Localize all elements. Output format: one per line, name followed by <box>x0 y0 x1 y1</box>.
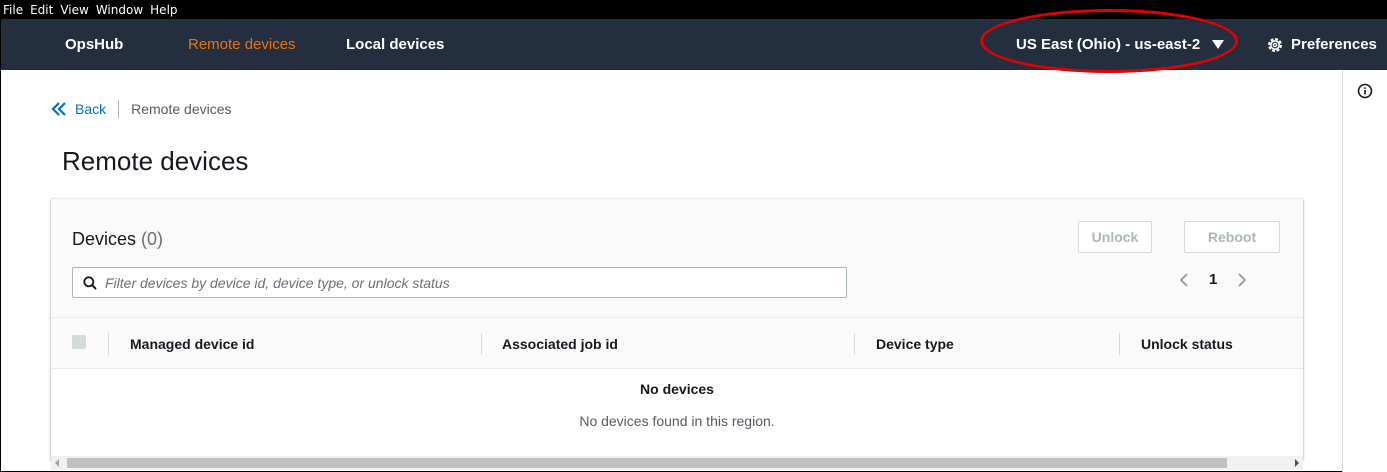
info-icon[interactable] <box>1357 83 1373 99</box>
double-chevron-left-icon <box>51 102 66 116</box>
preferences-button[interactable]: Preferences <box>1267 19 1377 70</box>
menu-window[interactable]: Window <box>96 3 143 17</box>
scroll-left-arrow-icon[interactable] <box>55 459 59 467</box>
region-selector[interactable]: US East (Ohio) - us-east-2 <box>1016 19 1225 70</box>
devices-heading: Devices (0) <box>72 229 163 250</box>
filter-field[interactable] <box>72 267 847 298</box>
column-divider[interactable] <box>1119 333 1120 355</box>
scroll-right-arrow-icon[interactable] <box>1295 459 1299 467</box>
column-header-managed-device-id[interactable]: Managed device id <box>130 318 254 370</box>
empty-state-title: No devices <box>640 381 714 397</box>
empty-state-message: No devices found in this region. <box>579 413 775 429</box>
breadcrumb-divider <box>118 100 120 118</box>
preferences-label: Preferences <box>1291 36 1377 53</box>
gear-icon <box>1268 37 1282 52</box>
nav-remote-devices[interactable]: Remote devices <box>188 19 296 70</box>
horizontal-scrollbar[interactable] <box>51 456 1303 470</box>
chevron-right-icon[interactable] <box>1237 272 1247 288</box>
breadcrumb-current: Remote devices <box>131 101 232 117</box>
filter-input[interactable] <box>105 274 825 291</box>
devices-panel: Devices (0) Unlock Reboot 1 <box>51 198 1303 460</box>
unlock-button[interactable]: Unlock <box>1078 221 1152 253</box>
column-header-associated-job-id[interactable]: Associated job id <box>502 318 618 370</box>
column-divider[interactable] <box>854 333 855 355</box>
region-label: US East (Ohio) - us-east-2 <box>1016 36 1201 53</box>
menu-edit[interactable]: Edit <box>30 3 53 17</box>
devices-heading-label: Devices <box>72 229 137 249</box>
caret-down-icon <box>1212 40 1225 49</box>
top-navigation: OpsHub Remote devices Local devices US E… <box>1 19 1387 70</box>
brand-link[interactable]: OpsHub <box>65 19 123 70</box>
devices-count: (0) <box>141 229 164 249</box>
chevron-left-icon[interactable] <box>1179 272 1189 288</box>
back-label: Back <box>75 101 107 117</box>
page-number[interactable]: 1 <box>1209 271 1217 288</box>
nav-local-devices[interactable]: Local devices <box>346 19 444 70</box>
menu-view[interactable]: View <box>60 3 88 17</box>
table-header: Managed device id Associated job id Devi… <box>51 317 1303 369</box>
app-window: File Edit View Window Help OpsHub Remote… <box>0 0 1387 472</box>
search-icon <box>83 275 97 290</box>
reboot-button[interactable]: Reboot <box>1184 221 1280 253</box>
column-divider[interactable] <box>108 333 109 355</box>
breadcrumb: Back Remote devices <box>51 98 232 120</box>
menu-file[interactable]: File <box>3 3 23 17</box>
menu-help[interactable]: Help <box>150 3 177 17</box>
scrollbar-thumb[interactable] <box>67 458 1227 468</box>
back-link[interactable]: Back <box>51 101 106 117</box>
tools-rail <box>1342 70 1387 472</box>
select-all-checkbox[interactable] <box>72 335 86 349</box>
page-title: Remote devices <box>62 146 249 176</box>
column-divider[interactable] <box>481 333 482 355</box>
pagination: 1 <box>1179 271 1247 288</box>
menu-bar: File Edit View Window Help <box>1 0 1387 19</box>
column-header-unlock-status[interactable]: Unlock status <box>1141 318 1233 370</box>
column-header-device-type[interactable]: Device type <box>876 318 954 370</box>
devices-panel-header: Devices (0) Unlock Reboot 1 <box>51 199 1303 317</box>
